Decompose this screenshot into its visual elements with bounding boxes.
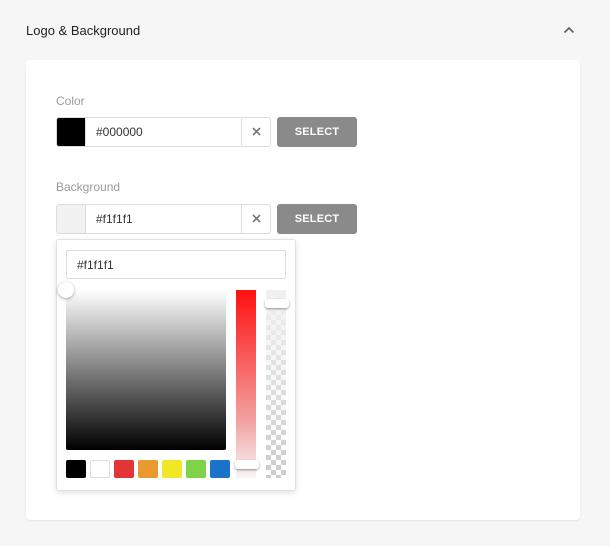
alpha-slider[interactable] xyxy=(265,290,289,478)
color-hex-input[interactable] xyxy=(86,117,242,147)
color-select-button[interactable]: SELECT xyxy=(277,117,357,147)
preset-swatch[interactable] xyxy=(162,460,182,478)
settings-card: Color SELECT Background SELECT xyxy=(26,60,580,520)
color-label: Color xyxy=(56,94,85,108)
hue-slider[interactable] xyxy=(235,290,259,478)
picker-hex-input[interactable] xyxy=(66,250,286,279)
preset-swatches xyxy=(66,460,230,478)
background-hex-input[interactable] xyxy=(86,204,242,234)
color-input-group: SELECT xyxy=(56,117,357,147)
preset-swatch[interactable] xyxy=(114,460,134,478)
background-clear-button[interactable] xyxy=(242,204,271,234)
background-select-button[interactable]: SELECT xyxy=(277,204,357,234)
background-label: Background xyxy=(56,180,121,194)
close-icon xyxy=(251,123,261,141)
color-clear-button[interactable] xyxy=(242,117,271,147)
preset-swatch[interactable] xyxy=(90,460,110,478)
color-picker-popup xyxy=(56,239,296,491)
close-icon xyxy=(251,210,261,228)
preset-swatch[interactable] xyxy=(210,460,230,478)
preset-swatch[interactable] xyxy=(66,460,86,478)
saturation-value-area[interactable] xyxy=(58,282,226,450)
chevron-up-icon[interactable] xyxy=(560,21,578,39)
hue-slider-handle[interactable] xyxy=(235,460,259,469)
preset-swatch[interactable] xyxy=(186,460,206,478)
preset-swatch[interactable] xyxy=(138,460,158,478)
background-swatch[interactable] xyxy=(56,204,86,234)
section-header[interactable]: Logo & Background xyxy=(26,0,586,60)
section-title: Logo & Background xyxy=(26,22,141,38)
background-input-group: SELECT xyxy=(56,204,357,234)
color-swatch[interactable] xyxy=(56,117,86,147)
saturation-handle[interactable] xyxy=(58,282,74,298)
alpha-slider-handle[interactable] xyxy=(265,299,289,308)
